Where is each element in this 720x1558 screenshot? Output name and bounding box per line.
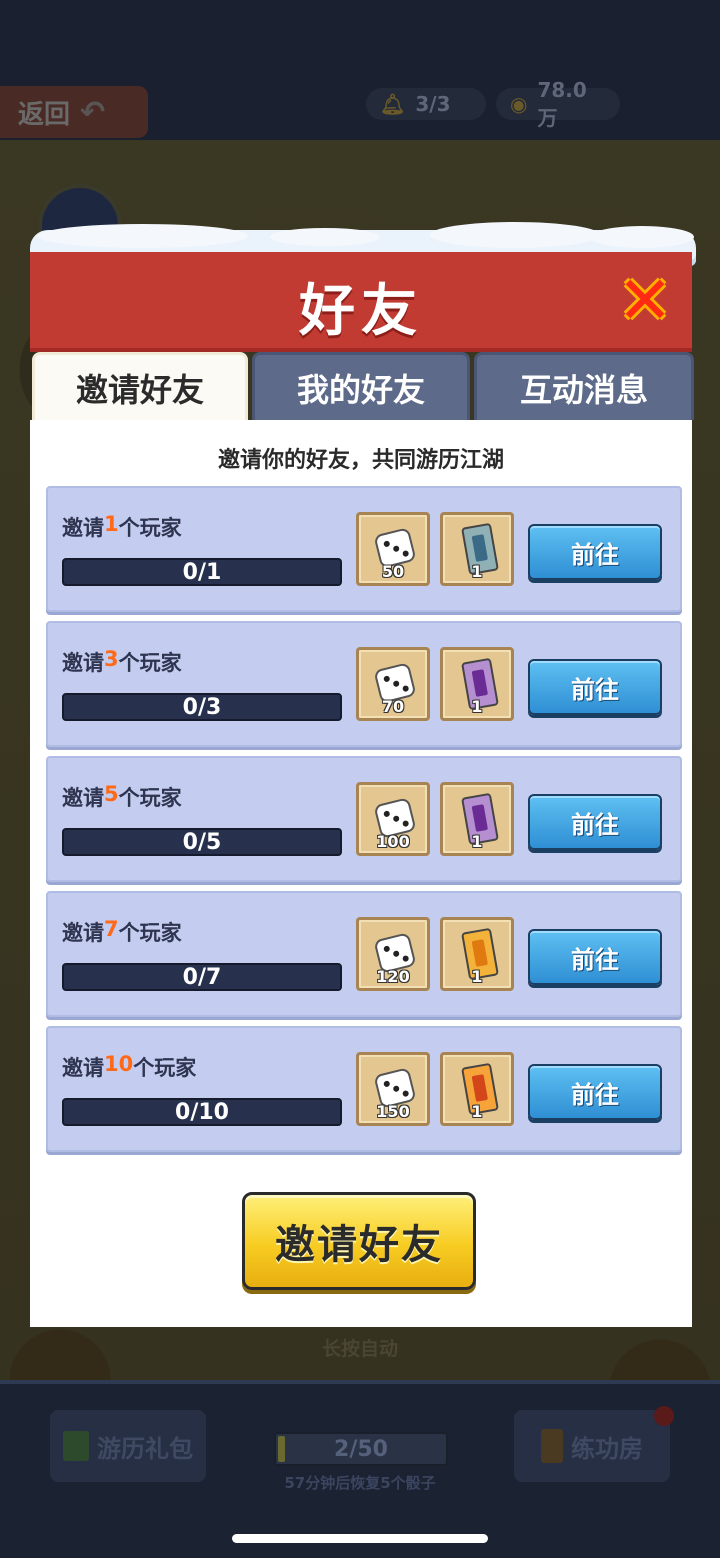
tab-label: 互动消息 — [519, 370, 648, 409]
dice-reward: 100 — [356, 782, 430, 856]
task-title: 邀请 1 个玩家 — [62, 512, 182, 542]
close-icon: ✕ — [617, 262, 673, 339]
gift-pack-button[interactable]: 游历礼包 — [50, 1410, 206, 1482]
card-reward: 1 — [440, 512, 514, 586]
notification-dot — [654, 1406, 674, 1426]
gift-pack-label: 游历礼包 — [97, 1434, 193, 1463]
task-suffix: 个玩家 — [118, 921, 182, 945]
card-reward: 1 — [440, 917, 514, 991]
task-suffix: 个玩家 — [118, 651, 182, 675]
task-suffix: 个玩家 — [133, 1056, 197, 1080]
card-reward: 1 — [440, 782, 514, 856]
undo-icon: ↶ — [80, 94, 106, 130]
hold-auto-label: 长按自动 — [321, 1338, 398, 1360]
dice-reward-count: 100 — [376, 832, 410, 851]
invite-friends-button[interactable]: 邀请好友 — [242, 1192, 476, 1290]
back-button[interactable]: 返回 ↶ — [0, 86, 148, 138]
task-prefix: 邀请 — [62, 786, 104, 810]
practice-room-button[interactable]: 练功房 — [514, 1410, 670, 1482]
task-title: 邀请 5 个玩家 — [62, 782, 182, 812]
dice-recover-text: 57分钟后恢复5个骰子 — [284, 1474, 436, 1492]
task-prefix: 邀请 — [62, 516, 104, 540]
dice-reward-count: 50 — [381, 562, 405, 581]
modal-title: 好友 — [299, 279, 423, 344]
dice-reward-count: 150 — [376, 1102, 410, 1121]
dice-reward-count: 70 — [381, 697, 405, 716]
coin-icon: ◉ — [510, 92, 528, 116]
coin-count: 78.0万 — [537, 77, 587, 130]
go-button[interactable]: 前往 — [528, 929, 662, 985]
invite-task-row: 邀请 5 个玩家 0/5 100 1 前往 — [46, 756, 682, 882]
dice-counter: 2/50 — [274, 1432, 448, 1466]
dice-reward: 70 — [356, 647, 430, 721]
invite-panel: 邀请你的好友，共同游历江湖 邀请 1 个玩家 0/1 50 1 前往 邀请 3 个玩家 … — [30, 420, 692, 1327]
task-progress: 0/3 — [62, 693, 342, 721]
tab-invite-friends[interactable]: 邀请好友 — [32, 352, 248, 420]
task-suffix: 个玩家 — [118, 516, 182, 540]
task-progress: 0/1 — [62, 558, 342, 586]
dice-reward: 120 — [356, 917, 430, 991]
task-count: 7 — [104, 917, 119, 941]
task-title: 邀请 3 个玩家 — [62, 647, 182, 677]
task-title: 邀请 7 个玩家 — [62, 917, 182, 947]
bell-counter: 🔔︎ 3/3 — [366, 88, 486, 120]
card-reward-count: 1 — [471, 697, 483, 716]
task-prefix: 邀请 — [62, 1056, 104, 1080]
task-count: 1 — [104, 512, 119, 536]
dice-reward: 50 — [356, 512, 430, 586]
home-indicator[interactable] — [232, 1534, 488, 1543]
task-title: 邀请 10 个玩家 — [62, 1052, 196, 1082]
go-button[interactable]: 前往 — [528, 659, 662, 715]
task-prefix: 邀请 — [62, 651, 104, 675]
go-button[interactable]: 前往 — [528, 794, 662, 850]
task-count: 10 — [104, 1052, 134, 1076]
coin-counter: ◉ 78.0万 — [496, 78, 620, 130]
dice-counter-value: 2/50 — [334, 1436, 388, 1462]
tab-label: 邀请好友 — [75, 370, 204, 409]
bell-count: 3/3 — [415, 92, 451, 116]
invite-subtitle: 邀请你的好友，共同游历江湖 — [217, 448, 504, 473]
card-reward-count: 1 — [471, 562, 483, 581]
dice-counter-fill — [278, 1436, 285, 1462]
card-reward-count: 1 — [471, 1102, 483, 1121]
card-reward-count: 1 — [471, 832, 483, 851]
invite-task-row: 邀请 7 个玩家 0/7 120 1 前往 — [46, 891, 682, 1017]
close-button[interactable]: ✕ — [616, 268, 674, 334]
invite-task-row: 邀请 1 个玩家 0/1 50 1 前往 — [46, 486, 682, 612]
card-reward-count: 1 — [471, 967, 483, 986]
practice-room-label: 练功房 — [571, 1434, 643, 1463]
task-count: 5 — [104, 782, 119, 806]
task-progress: 0/5 — [62, 828, 342, 856]
friends-modal: 好友 ✕ 邀请好友 我的好友 互动消息 邀请你的好友，共同游历江湖 邀请 1 个玩家… — [30, 222, 696, 1327]
bell-icon: 🔔︎ — [380, 92, 406, 116]
task-progress: 0/7 — [62, 963, 342, 991]
task-prefix: 邀请 — [62, 921, 104, 945]
dice-reward-count: 120 — [376, 967, 410, 986]
tab-my-friends[interactable]: 我的好友 — [252, 352, 470, 420]
go-button[interactable]: 前往 — [528, 1064, 662, 1120]
card-reward: 1 — [440, 647, 514, 721]
back-label: 返回 — [18, 99, 71, 130]
tab-interaction-messages[interactable]: 互动消息 — [474, 352, 694, 420]
invite-task-row: 邀请 3 个玩家 0/3 70 1 前往 — [46, 621, 682, 747]
task-suffix: 个玩家 — [118, 786, 182, 810]
task-count: 3 — [104, 647, 119, 671]
go-button[interactable]: 前往 — [528, 524, 662, 580]
tab-label: 我的好友 — [296, 370, 425, 409]
invite-task-row: 邀请 10 个玩家 0/10 150 1 前往 — [46, 1026, 682, 1152]
task-progress: 0/10 — [62, 1098, 342, 1126]
card-reward: 1 — [440, 1052, 514, 1126]
training-dummy-icon — [541, 1429, 563, 1463]
gift-map-icon — [63, 1431, 89, 1461]
dice-reward: 150 — [356, 1052, 430, 1126]
